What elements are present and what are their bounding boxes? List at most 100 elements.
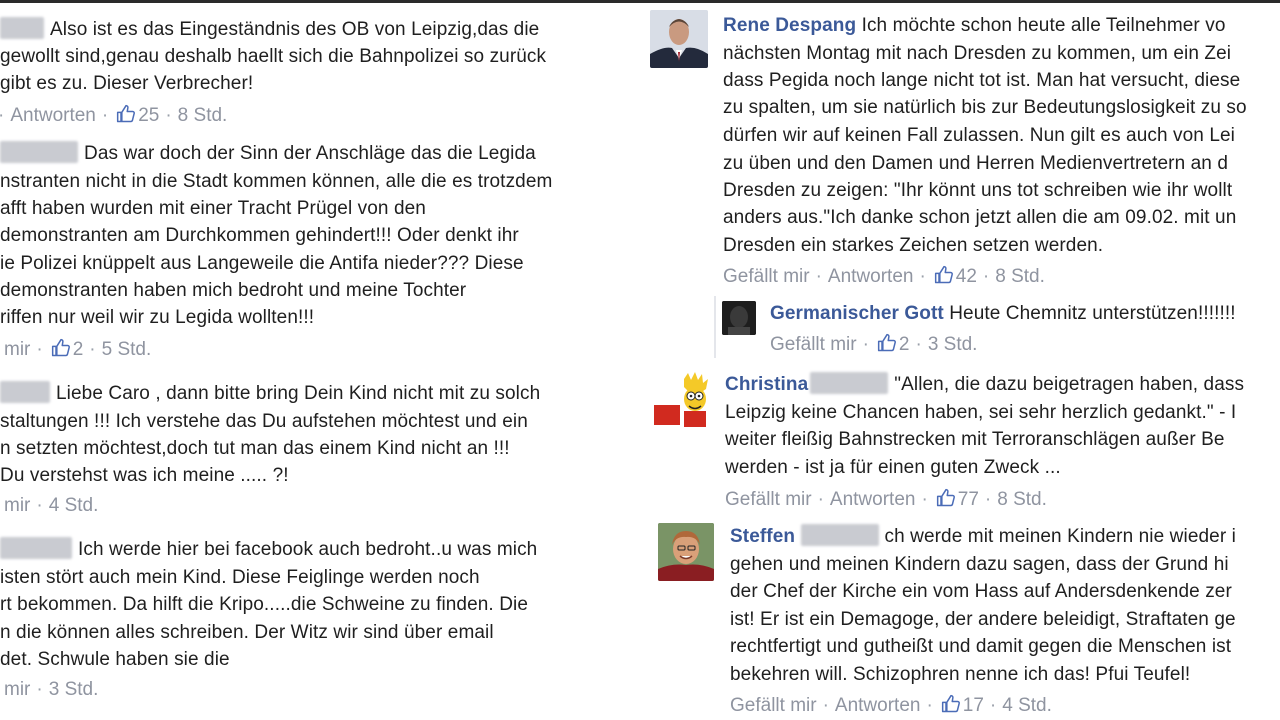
thumbs-up-icon[interactable] (936, 488, 956, 508)
separator: · (822, 695, 829, 716)
avatar[interactable] (654, 371, 712, 429)
comment-line-2: staltungen !!! Ich verstehe das Du aufst… (0, 411, 528, 432)
comment-line-4: Du verstehst was ich meine ..... ?! (0, 465, 289, 486)
comment: Liebe Caro , dann bitte bring Dein Kind … (0, 370, 618, 530)
timestamp[interactable]: 4 Std. (49, 495, 99, 516)
comment-text: Also ist es das Eingeständnis des OB von… (50, 19, 540, 40)
comment-text: Das war doch der Sinn der Anschläge das … (84, 143, 536, 164)
author-name[interactable]: Christina (725, 374, 808, 395)
timestamp[interactable]: 3 Std. (928, 334, 978, 355)
avatar-cartoon (654, 371, 712, 429)
comment: Rene Despang Ich möchte schon heute alle… (618, 0, 1280, 295)
avatar[interactable] (658, 523, 714, 581)
timestamp[interactable]: 8 Std. (995, 266, 1045, 287)
comment-line-4: n die können alles schreiben. Der Witz w… (0, 622, 494, 643)
comment-line-2: gehen und meinen Kindern dazu sagen, das… (730, 554, 1229, 575)
comment-meta: mir · 3 Std. (4, 676, 98, 703)
comment-meta: mir · 4 Std. (4, 492, 98, 519)
comment-text: Ich möchte schon heute alle Teilnehmer v… (861, 15, 1226, 36)
redacted-name (0, 17, 44, 39)
comment-line-1: Ich werde hier bei facebook auch bedroht… (0, 536, 537, 563)
separator: · (817, 489, 824, 510)
comment-line-7: riffen nur weil wir zu Legida wollten!!! (0, 307, 315, 328)
comment-line-4: ist! Er ist ein Demagoge, der andere bel… (730, 609, 1236, 630)
like-count: 25 (138, 105, 160, 126)
comment-line-3: gibt es zu. Dieser Verbrecher! (0, 73, 254, 94)
comment-line-3: afft haben wurden mit einer Tracht Prüge… (0, 198, 426, 219)
timestamp[interactable]: 8 Std. (178, 105, 228, 126)
separator: · (89, 339, 96, 360)
avatar[interactable] (722, 301, 756, 335)
comment-line-3: weiter fleißig Bahnstrecken mit Terroran… (725, 429, 1225, 450)
comment: Das war doch der Sinn der Anschläge das … (0, 130, 618, 370)
comment-line-5: ie Polizei knüppelt aus Langeweile die A… (0, 253, 524, 274)
separator: · (984, 489, 992, 510)
like-link[interactable]: mir (4, 679, 30, 700)
comment-line-3: rt bekommen. Da hilft die Kripo.....die … (0, 594, 529, 615)
comment-meta: Gefällt mir · Antworten · 17 · 4 Std. (730, 692, 1052, 719)
thumbs-up-icon[interactable] (51, 338, 71, 358)
comment-line-5: rechtfertigt und gutheißt und damit gege… (730, 636, 1232, 657)
like-count: 42 (955, 266, 977, 287)
avatar[interactable] (650, 10, 708, 68)
reply-link[interactable]: Antworten (10, 105, 96, 126)
comment-line-5: det. Schwule haben sie die (0, 649, 230, 670)
like-count: 2 (898, 334, 910, 355)
thumbs-up-icon[interactable] (877, 333, 897, 353)
author-name[interactable]: Germanischer Gott (770, 303, 944, 324)
like-count: 2 (72, 339, 84, 360)
comment-meta: Gefällt mir · Antworten · 77 · 8 Std. (725, 486, 1047, 513)
like-link[interactable]: Gefällt mir (730, 695, 817, 716)
redacted-name (0, 537, 72, 559)
comment-meta: mir · 2 · 5 Std. (4, 336, 151, 363)
thumbs-up-icon[interactable] (934, 265, 954, 285)
separator: · (926, 695, 933, 716)
like-count: 77 (957, 489, 979, 510)
timestamp[interactable]: 3 Std. (49, 679, 99, 700)
timestamp[interactable]: 5 Std. (102, 339, 152, 360)
reply-link[interactable]: Antworten (828, 266, 914, 287)
left-comment-column: Also ist es das Eingeständnis des OB von… (0, 0, 618, 720)
comment-line-2: gewollt sind,genau deshalb haellt sich d… (0, 46, 547, 67)
comment: Ich werde hier bei facebook auch bedroht… (0, 530, 618, 720)
comment-line-6: demonstranten haben mich bedroht und mei… (0, 280, 467, 301)
comment-text: "Allen, die dazu beigetragen haben, dass (894, 374, 1245, 395)
like-link[interactable]: mir (4, 339, 30, 360)
comment-line-1: Christina "Allen, die dazu beigetragen ha… (725, 371, 1244, 398)
comment-meta: Gefällt mir · Antworten · 42 · 8 Std. (723, 263, 1045, 290)
separator: · (815, 266, 822, 287)
like-count: 17 (962, 695, 984, 716)
like-link[interactable]: mir (4, 495, 30, 516)
comment-line-2: nächsten Montag mit nach Dresden zu komm… (723, 43, 1232, 64)
comment-line-8: anders aus."Ich danke schon jetzt allen … (723, 207, 1237, 228)
reply-link[interactable]: Antworten (830, 489, 916, 510)
separator: · (165, 105, 172, 126)
comment-line-6: bekehren will. Schizophren nenne ich das… (730, 664, 1191, 685)
timestamp[interactable]: 8 Std. (997, 489, 1047, 510)
avatar-portrait (658, 523, 714, 581)
like-link[interactable]: Gefällt mir (725, 489, 812, 510)
comment-text: Ich werde hier bei facebook auch bedroht… (78, 539, 538, 560)
reply-link[interactable]: Antworten (835, 695, 921, 716)
separator: · (989, 695, 997, 716)
separator: · (919, 266, 926, 287)
timestamp[interactable]: 4 Std. (1002, 695, 1052, 716)
comment-line-1: Rene Despang Ich möchte schon heute alle… (723, 12, 1225, 39)
author-name[interactable]: Steffen (730, 526, 795, 547)
redacted-name (0, 381, 50, 403)
separator: · (36, 679, 43, 700)
thumbs-up-icon[interactable] (116, 104, 136, 124)
comment-line-5: dürfen wir auf keinen Fall zulassen. Nun… (723, 125, 1235, 146)
separator: · (0, 105, 4, 126)
comment-meta: Gefällt mir · 2 · 3 Std. (770, 331, 977, 358)
comment-line-6: zu üben und den Damen und Herren Medienv… (723, 153, 1228, 174)
thumbs-up-icon[interactable] (941, 694, 961, 714)
avatar-portrait (650, 10, 708, 68)
comment-text: Heute Chemnitz unterstützen!!!!!!! (949, 303, 1236, 324)
like-link[interactable]: Gefällt mir (723, 266, 810, 287)
comment-line-1: Das war doch der Sinn der Anschläge das … (0, 140, 536, 167)
comment-line-2: nstranten nicht in die Stadt kommen könn… (0, 171, 553, 192)
comment-line-2: Leipzig keine Chancen haben, sei sehr he… (725, 402, 1237, 423)
like-link[interactable]: Gefällt mir (770, 334, 857, 355)
author-name[interactable]: Rene Despang (723, 15, 856, 36)
